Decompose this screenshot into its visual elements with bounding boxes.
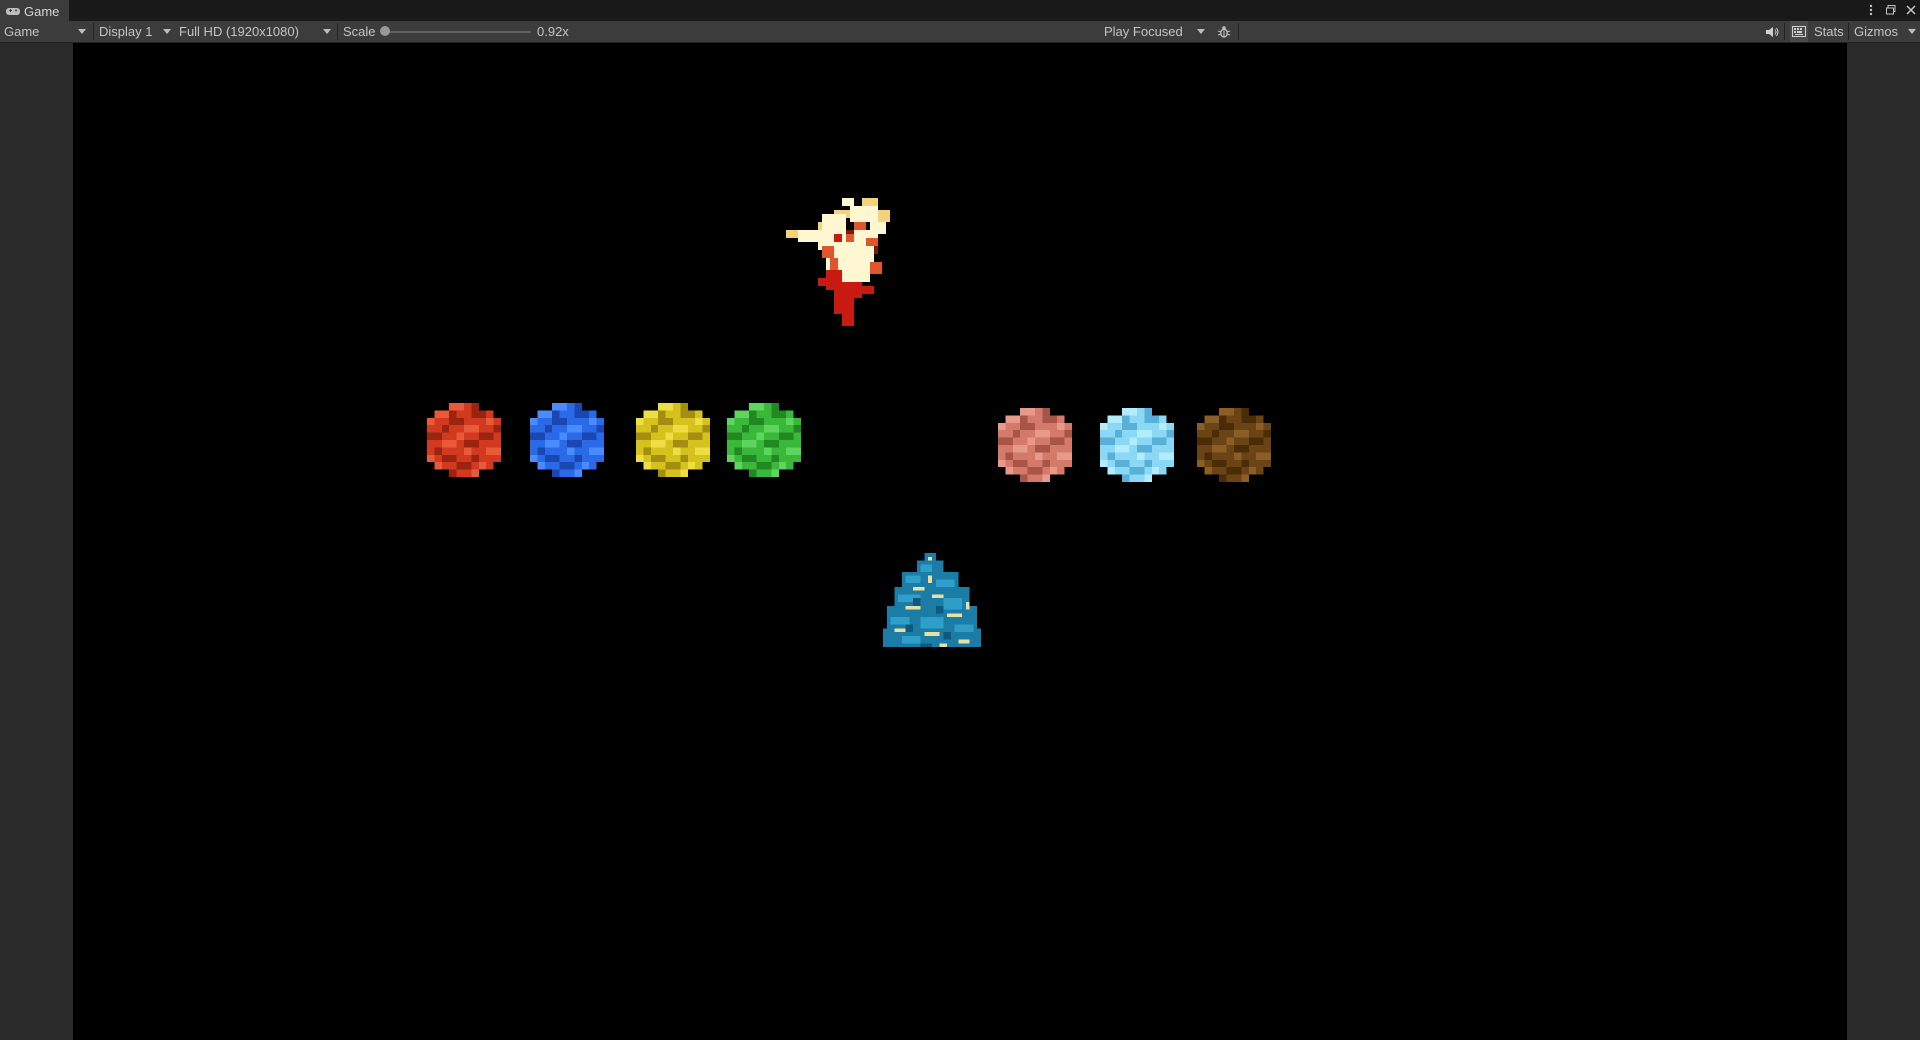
game-viewport[interactable] [73,43,1847,1040]
toolbar-divider [1848,23,1849,40]
viewport-letterbox-left [0,43,73,1040]
speaker-icon [1766,26,1779,37]
viewport-letterbox-right [1847,43,1920,1040]
chevron-down-icon [163,29,171,34]
gizmos-dropdown[interactable]: Gizmos [1854,21,1916,42]
gamepad-icon [6,7,20,15]
game-view-toolbar: Game Display 1 Full HD (1920x1080) Scale… [0,21,1920,43]
scale-slider-track[interactable] [386,31,531,33]
yellow-orb [636,403,710,477]
bug-icon [1217,25,1231,38]
scale-value: 0.92x [537,24,569,39]
game-tab-label: Game [24,3,60,19]
cyan-orb [1100,408,1174,482]
keyboard-icon [1792,26,1806,37]
mute-audio-toggle[interactable] [1764,21,1780,42]
toolbar-divider [1238,23,1239,40]
scale-label: Scale [343,24,376,39]
toolbar-divider [93,23,94,40]
resolution-label: Full HD (1920x1080) [179,24,299,39]
shortcuts-toggle[interactable] [1790,21,1808,42]
display-dropdown[interactable]: Display 1 [99,21,173,42]
game-tab[interactable]: Game [0,0,70,22]
play-mode-dropdown[interactable]: Play Focused [1104,21,1208,42]
toolbar-divider [337,23,338,40]
chevron-down-icon [78,29,86,34]
green-orb [727,403,801,477]
scale-slider-handle[interactable] [380,26,390,36]
kebab-menu-icon[interactable] [1866,3,1876,17]
play-mode-label: Play Focused [1104,24,1183,39]
debug-toggle[interactable] [1216,21,1232,42]
fire-spirit-sprite [786,198,890,326]
close-icon[interactable] [1906,3,1916,17]
maximize-icon[interactable] [1886,3,1896,17]
chevron-down-icon [1197,29,1205,34]
view-mode-dropdown[interactable]: Game [4,21,88,42]
gizmos-label: Gizmos [1854,24,1899,39]
display-label: Display 1 [99,24,153,39]
editor-tab-bar: Game [0,0,1920,22]
window-controls [1866,2,1916,18]
chevron-down-icon [1908,29,1916,34]
resolution-dropdown[interactable]: Full HD (1920x1080) [179,21,336,42]
view-mode-label: Game [4,24,40,39]
chevron-down-icon [323,29,331,34]
brown-orb [1197,408,1271,482]
pink-orb [998,408,1072,482]
toolbar-divider [1784,23,1785,40]
blue-orb [530,403,604,477]
red-orb [427,403,501,477]
water-spirit-sprite [883,553,981,648]
stats-button[interactable]: Stats [1814,21,1844,42]
